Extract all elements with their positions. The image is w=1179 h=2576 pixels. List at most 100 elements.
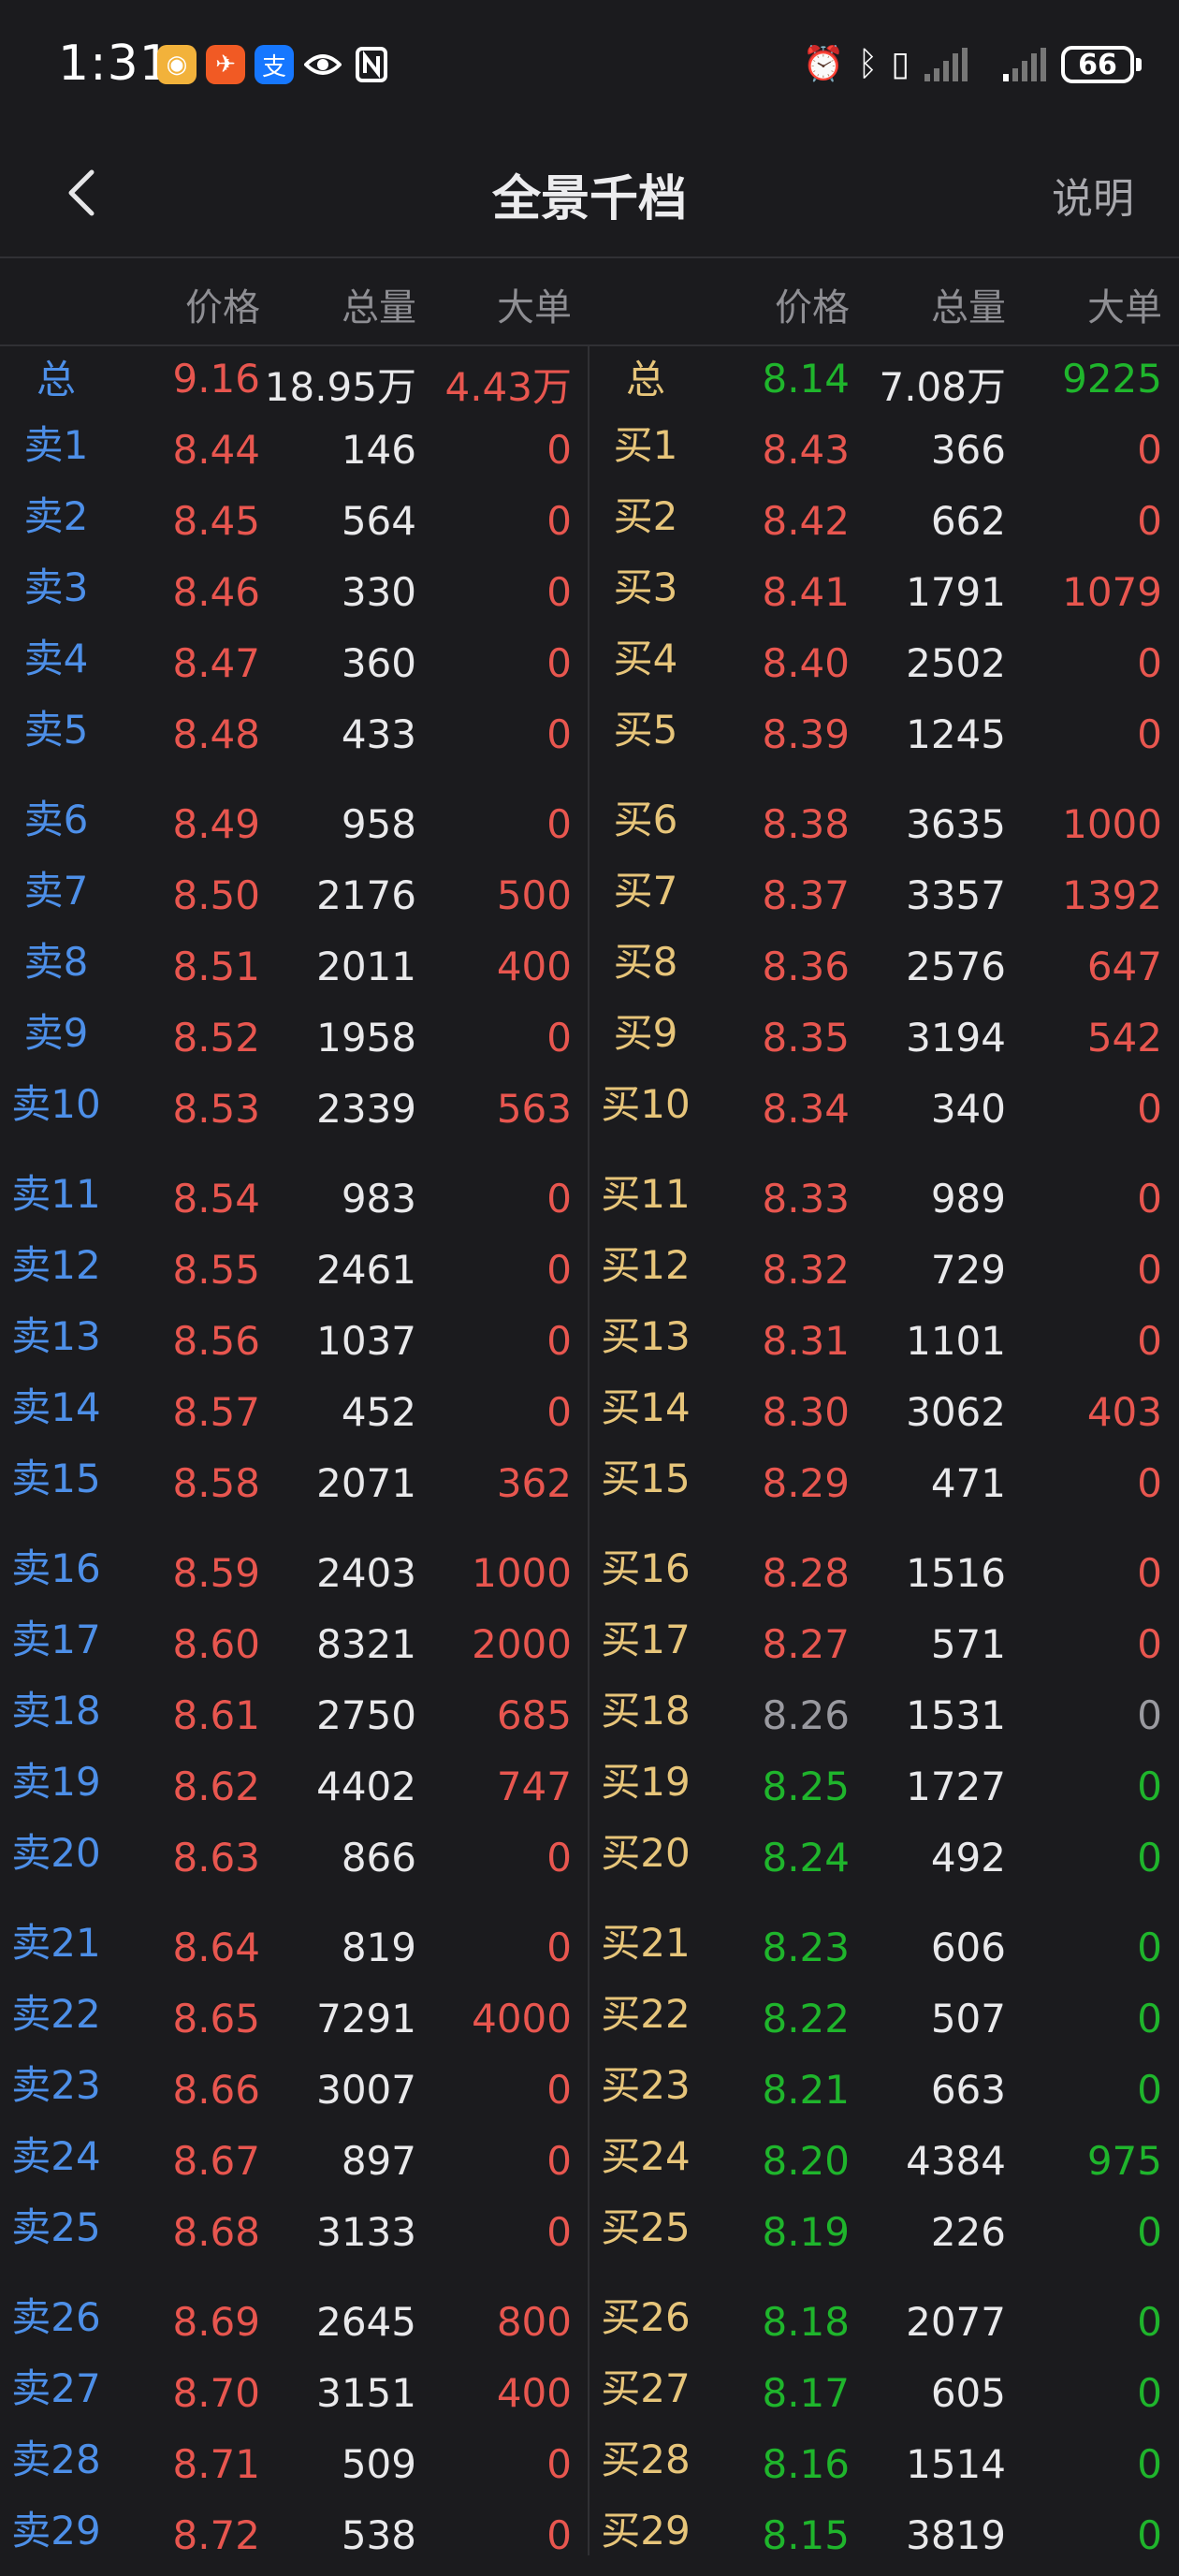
sell-big-order: 400 — [496, 2370, 572, 2416]
level-row: 卖12 8.55 2461 0 买12 8.32 729 0 — [0, 1239, 1179, 1310]
sell-big-order: 0 — [546, 569, 572, 615]
buy-big-order: 0 — [1137, 2209, 1162, 2255]
sell-big-order: 0 — [546, 640, 572, 686]
sell-big-order: 0 — [546, 1247, 572, 1293]
level-row: 卖3 8.46 330 0 买3 8.41 1791 1079 — [0, 562, 1179, 633]
eye-icon — [303, 45, 342, 84]
level-row: 卖24 8.67 897 0 买24 8.20 4384 975 — [0, 2130, 1179, 2202]
buy-big-order: 0 — [1137, 1550, 1162, 1596]
level-row: 卖25 8.68 3133 0 买25 8.19 226 0 — [0, 2202, 1179, 2273]
level-row: 卖13 8.56 1037 0 买13 8.31 1101 0 — [0, 1310, 1179, 1382]
sell-big-order: 563 — [496, 1086, 572, 1132]
signal-icon-2 — [1003, 48, 1046, 81]
bluetooth-icon: ᛒ — [857, 45, 879, 83]
level-row: 卖1 8.44 146 0 买1 8.43 366 0 — [0, 419, 1179, 490]
level-row: 卖4 8.47 360 0 买4 8.40 2502 0 — [0, 633, 1179, 704]
column-headers: 价格 总量 大单 价格 总量 大单 — [0, 258, 1179, 344]
alarm-icon: ⏰ — [802, 45, 845, 83]
divider — [0, 344, 1179, 346]
buy-big-order: 0 — [1137, 1621, 1162, 1667]
sell-big-order: 747 — [496, 1764, 572, 1809]
buy-big-order: 0 — [1137, 2299, 1162, 2345]
level-row: 卖14 8.57 452 0 买14 8.30 3062 403 — [0, 1382, 1179, 1453]
sell-big-order: 0 — [546, 2067, 572, 2113]
level-row: 卖11 8.54 983 0 买11 8.33 989 0 — [0, 1168, 1179, 1239]
sell-big-order: 362 — [496, 1460, 572, 1506]
buy-big-order: 0 — [1137, 1318, 1162, 1364]
sell-big-order: 685 — [496, 1692, 572, 1738]
level-row: 卖28 8.71 509 0 买28 8.16 1514 0 — [0, 2434, 1179, 2505]
buy-big-order: 0 — [1137, 2370, 1162, 2416]
level-row: 卖17 8.60 8321 2000 买17 8.27 571 0 — [0, 1614, 1179, 1685]
sell-big-order: 0 — [546, 801, 572, 847]
sell-big-order: 0 — [546, 2512, 572, 2558]
sell-big-order: 0 — [546, 2138, 572, 2184]
level-row: 卖18 8.61 2750 685 买18 8.26 1531 0 — [0, 1685, 1179, 1756]
level-row: 卖5 8.48 433 0 买5 8.39 1245 0 — [0, 704, 1179, 775]
level-row: 卖26 8.69 2645 800 买26 8.18 2077 0 — [0, 2291, 1179, 2363]
level-row: 卖21 8.64 819 0 买21 8.23 606 0 — [0, 1917, 1179, 1988]
sell-big-order: 0 — [546, 2441, 572, 2487]
nav-bar: 全景千档 说明 — [0, 131, 1179, 256]
buy-big-order: 0 — [1137, 1925, 1162, 1970]
level-row: 卖19 8.62 4402 747 买19 8.25 1727 0 — [0, 1756, 1179, 1827]
sell-big-order: 0 — [546, 1318, 572, 1364]
buy-big-header: 大单 — [1087, 286, 1162, 329]
buy-big-order: 0 — [1137, 498, 1162, 544]
buy-big-order: 0 — [1137, 1764, 1162, 1809]
buy-big-order: 1000 — [1062, 801, 1162, 847]
total-row: 总 9.16 18.95万 4.43万 总 8.14 7.08万 9225 — [0, 348, 1179, 419]
level-row: 卖6 8.49 958 0 买6 8.38 3635 1000 — [0, 794, 1179, 865]
level-row: 卖7 8.50 2176 500 买7 8.37 3357 1392 — [0, 865, 1179, 936]
buy-big-order: 542 — [1086, 1015, 1162, 1061]
system-icons: ⏰ ᛒ ▯ 66 — [803, 43, 1142, 86]
level-row: 卖27 8.70 3151 400 买27 8.17 605 0 — [0, 2363, 1179, 2434]
sell-big-order: 0 — [546, 711, 572, 757]
battery-tip — [1136, 58, 1142, 71]
buy-big-order: 0 — [1137, 1176, 1162, 1222]
notification-icons: ◉ ✈ 支 — [157, 45, 391, 84]
buy-big-order: 975 — [1086, 2138, 1162, 2184]
status-bar: 1:31 ◉ ✈ 支 ⏰ ᛒ ▯ 66 — [0, 0, 1179, 131]
buy-big-order: 0 — [1137, 1460, 1162, 1506]
buy-big-order: 0 — [1137, 1247, 1162, 1293]
sell-big-order: 0 — [546, 1389, 572, 1435]
status-time: 1:31 — [58, 36, 171, 92]
buy-big-order: 0 — [1137, 1835, 1162, 1881]
sell-big-order: 0 — [546, 1835, 572, 1881]
level-row: 卖16 8.59 2403 1000 买16 8.28 1516 0 — [0, 1543, 1179, 1614]
buy-big-order: 0 — [1137, 2067, 1162, 2113]
sell-big-order: 0 — [546, 498, 572, 544]
buy-big-order: 0 — [1137, 427, 1162, 473]
sell-big-order: 0 — [546, 2209, 572, 2255]
sell-big-order: 0 — [546, 1176, 572, 1222]
vibrate-icon: ▯ — [891, 45, 910, 83]
buy-big-order: 1392 — [1062, 872, 1162, 918]
red-app-icon: ✈ — [206, 45, 245, 84]
level-row: 卖15 8.58 2071 362 买15 8.29 471 0 — [0, 1453, 1179, 1524]
buy-big-order: 0 — [1137, 1086, 1162, 1132]
nfc-icon — [352, 45, 391, 84]
sell-big-header: 大单 — [497, 286, 572, 329]
buy-big-order: 0 — [1137, 1692, 1162, 1738]
buy-big-order: 647 — [1086, 944, 1162, 989]
page-title: 全景千档 — [491, 171, 687, 227]
level-row: 卖20 8.63 866 0 买20 8.24 492 0 — [0, 1827, 1179, 1898]
buy-big-order: 0 — [1137, 2441, 1162, 2487]
sell-big-order: 2000 — [472, 1621, 572, 1667]
level-row: 卖10 8.53 2339 563 买10 8.34 340 0 — [0, 1078, 1179, 1149]
sell-big-order: 0 — [546, 427, 572, 473]
signal-icon — [924, 48, 968, 81]
buy-big-order: 0 — [1137, 640, 1162, 686]
sell-big-order: 4000 — [472, 1996, 572, 2042]
alipay-icon: 支 — [255, 45, 294, 84]
help-button[interactable]: 说明 — [1052, 165, 1134, 225]
sell-big-order: 400 — [496, 944, 572, 989]
buy-big-order: 403 — [1086, 1389, 1162, 1435]
buy-total-big: 9225 — [1062, 356, 1162, 402]
sell-big-order: 800 — [496, 2299, 572, 2345]
sell-big-order: 500 — [496, 872, 572, 918]
buy-big-order: 0 — [1137, 2512, 1162, 2558]
sell-big-order: 1000 — [472, 1550, 572, 1596]
level-row: 卖8 8.51 2011 400 买8 8.36 2576 647 — [0, 936, 1179, 1007]
